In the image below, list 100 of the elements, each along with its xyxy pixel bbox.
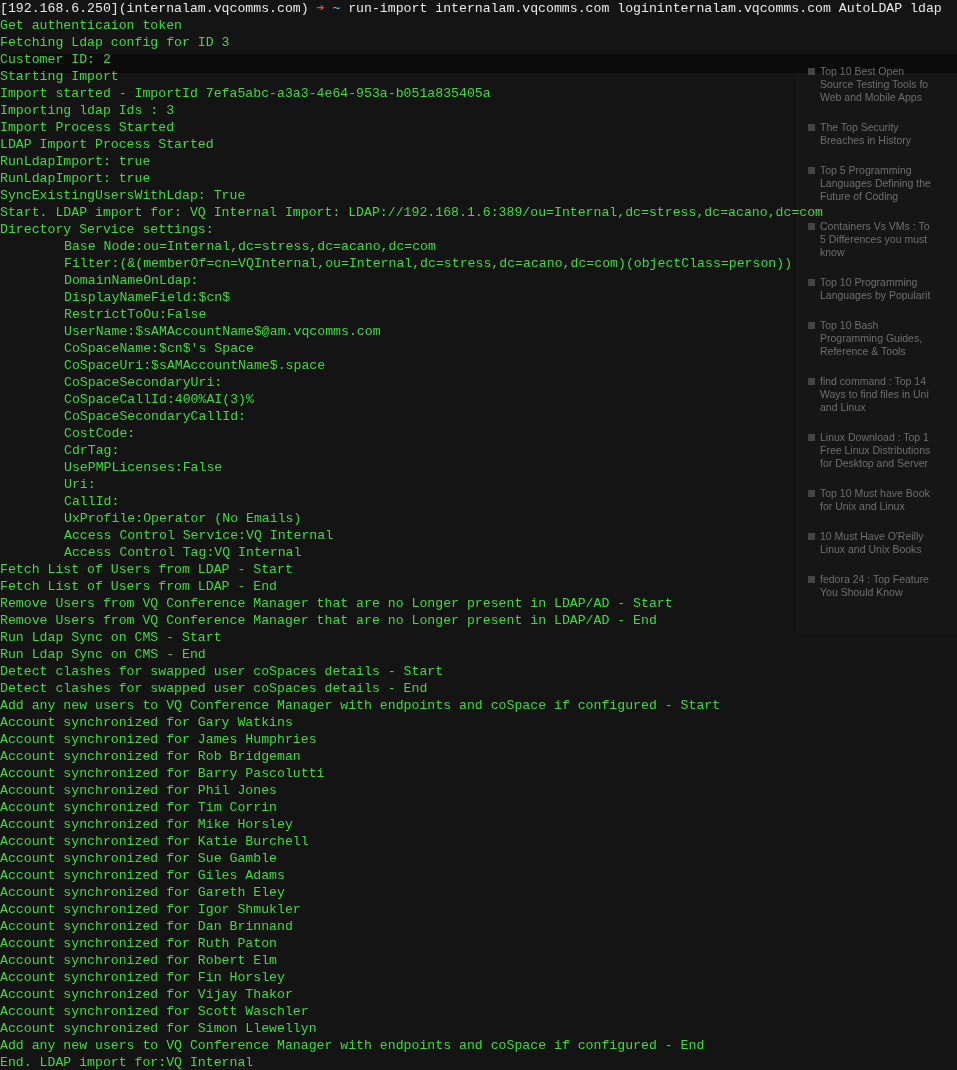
command-text: run-import internalam.vqcomms.com logininternalam.vqcomms.com AutoLDAP ldap [348, 0, 942, 17]
output-line: UxProfile:Operator (No Emails) [63, 510, 302, 527]
article-link-text: Programming Guides, [820, 332, 923, 345]
article-link-text: and Linux [820, 401, 866, 414]
output-line: Customer ID: 2 [0, 51, 111, 68]
output-line: UsePMPLicenses:False [63, 459, 223, 476]
output-line: Account synchronized for Gareth Eley [0, 884, 285, 901]
output-line: DisplayNameField:$cn$ [63, 289, 231, 306]
output-line: Account synchronized for James Humphries [0, 731, 317, 748]
output-line: Access Control Service:VQ Internal [63, 527, 334, 544]
output-line: Remove Users from VQ Conference Manager that are no Longer present in LDAP/AD - End [0, 612, 657, 629]
output-line: Account synchronized for Robert Elm [0, 952, 277, 969]
output-line: Detect clashes for swapped user coSpaces details - End [0, 680, 428, 697]
article-link-text: Ways to find files in Uni [820, 388, 929, 401]
output-line: CoSpaceName:$cn$'s Space [63, 340, 254, 357]
bullet-icon [808, 124, 815, 131]
output-line: Import started - ImportId 7efa5abc-a3a3-4e64-953a-b051a835405a [0, 85, 491, 102]
output-line: LDAP Import Process Started [0, 136, 214, 153]
output-line: Starting Import [0, 68, 119, 85]
output-line: RunLdapImport: true [0, 170, 151, 187]
article-link-text: Reference & Tools [820, 345, 906, 358]
article-link-text: 5 Differences you must [820, 233, 928, 246]
output-line: CostCode: [63, 425, 136, 442]
output-line: Fetch List of Users from LDAP - End [0, 578, 277, 595]
output-line: Importing ldap Ids : 3 [0, 102, 175, 119]
output-line: Run Ldap Sync on CMS - End [0, 646, 206, 663]
output-line: Account synchronized for Katie Burchell [0, 833, 309, 850]
bullet-icon [808, 68, 815, 75]
output-line: Detect clashes for swapped user coSpaces details - Start [0, 663, 444, 680]
article-link-text: Top 5 Programming [820, 164, 912, 177]
output-line: Fetch List of Users from LDAP - Start [0, 561, 293, 578]
prompt-directory: ~ [332, 0, 341, 17]
article-link-text: Web and Mobile Apps [820, 91, 922, 104]
bullet-icon [808, 279, 815, 286]
article-link-text: You Should Know [820, 586, 903, 599]
article-link-text: Breaches in History [820, 134, 912, 147]
article-link-text: Top 10 Bash [820, 319, 879, 332]
article-link-text: Languages Defining the [820, 177, 931, 190]
bullet-icon [808, 576, 815, 583]
article-link-text: Top 10 Programming [820, 276, 918, 289]
output-line: CdrTag: [63, 442, 120, 459]
output-line: Import Process Started [0, 119, 175, 136]
output-line: Run Ldap Sync on CMS - Start [0, 629, 222, 646]
article-link-text: Top 10 Best Open [820, 65, 905, 78]
article-link-text: for Unix and Linux [820, 500, 905, 513]
output-line: Account synchronized for Sue Gamble [0, 850, 277, 867]
prompt-arrow: ➜ [316, 0, 325, 17]
output-line: Start. LDAP import for: VQ Internal Import: LDAP://192.168.1.6:389/ou=Internal,dc=stress,dc=acano,dc=com [0, 204, 824, 221]
output-line: End. LDAP import for:VQ Internal [0, 1054, 254, 1070]
article-link-text: find command : Top 14 [820, 375, 927, 388]
output-line: CoSpaceUri:$sAMAccountName$.space [63, 357, 326, 374]
article-link-text: Containers Vs VMs : To [820, 220, 930, 233]
article-link-text: know [820, 246, 845, 259]
prompt-host: [192.168.6.250](internalam.vqcomms.com) [0, 0, 309, 17]
output-line: Uri: [63, 476, 96, 493]
article-link-text: fedora 24 : Top Feature [820, 573, 929, 586]
bullet-icon [808, 490, 815, 497]
output-line: Account synchronized for Giles Adams [0, 867, 285, 884]
article-link-text: Source Testing Tools fo [820, 78, 929, 91]
output-line: SyncExistingUsersWithLdap: True [0, 187, 246, 204]
article-link-text: Free Linux Distributions [820, 444, 931, 457]
output-line: RestrictToOu:False [63, 306, 207, 323]
output-line: DomainNameOnLdap: [63, 272, 199, 289]
output-line: Directory Service settings: [0, 221, 214, 238]
output-line: Get authenticaion token [0, 17, 183, 34]
output-line: Account synchronized for Fin Horsley [0, 969, 285, 986]
output-line: Account synchronized for Tim Corrin [0, 799, 277, 816]
output-line: Account synchronized for Simon Llewellyn [0, 1020, 317, 1037]
output-line: Account synchronized for Ruth Paton [0, 935, 277, 952]
output-line: Account synchronized for Mike Horsley [0, 816, 293, 833]
output-line: Account synchronized for Phil Jones [0, 782, 277, 799]
article-link-text: Linux Download : Top 1 [820, 431, 929, 444]
output-line: UserName:$sAMAccountName$@am.vqcomms.com [63, 323, 381, 340]
bullet-icon [808, 378, 815, 385]
bullet-icon [808, 434, 815, 441]
output-line: Base Node:ou=Internal,dc=stress,dc=acano,dc=com [63, 238, 436, 255]
output-line: Add any new users to VQ Conference Manager with endpoints and coSpace if configured - End [0, 1037, 705, 1054]
bullet-icon [808, 322, 815, 329]
output-line: CoSpaceCallId:400%AI(3)% [63, 391, 254, 408]
article-link-text: Linux and Unix Books [820, 543, 922, 556]
output-line: Account synchronized for Igor Shmukler [0, 901, 301, 918]
output-line: Account synchronized for Rob Bridgeman [0, 748, 301, 765]
output-line: CallId: [63, 493, 120, 510]
output-line: Fetching Ldap config for ID 3 [0, 34, 230, 51]
output-line: Account synchronized for Gary Watkins [0, 714, 293, 731]
article-link-text: Top 10 Must have Book [820, 487, 930, 500]
output-line: Account synchronized for Scott Waschler [0, 1003, 309, 1020]
article-link-text: for Desktop and Server [820, 457, 928, 470]
output-line: Account synchronized for Dan Brinnand [0, 918, 293, 935]
article-link-text: 10 Must Have O'Reilly [820, 530, 924, 543]
output-line: Access Control Tag:VQ Internal [63, 544, 302, 561]
output-line: Account synchronized for Vijay Thakor [0, 986, 293, 1003]
output-line: Filter:(&(memberOf=cn=VQInternal,ou=Internal,dc=stress,dc=acano,dc=com)(objectClass=person)) [63, 255, 793, 272]
output-line: Account synchronized for Barry Pascolutti [0, 765, 325, 782]
output-line: Add any new users to VQ Conference Manager with endpoints and coSpace if configured - Start [0, 697, 721, 714]
output-line: Remove Users from VQ Conference Manager that are no Longer present in LDAP/AD - Start [0, 595, 673, 612]
bullet-icon [808, 533, 815, 540]
article-link-text: Future of Coding [820, 190, 899, 203]
article-link-text: Languages by Popularit [820, 289, 931, 302]
bullet-icon [808, 223, 815, 230]
